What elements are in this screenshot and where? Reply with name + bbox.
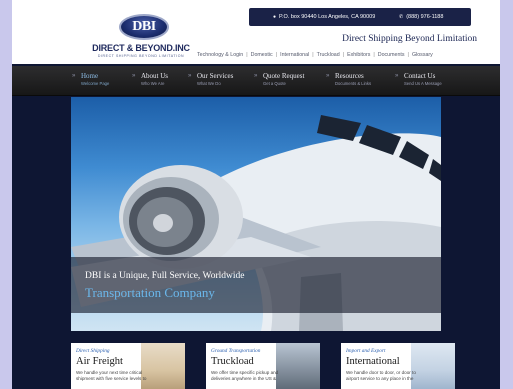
chevron-right-icon: » (188, 73, 192, 79)
logo-name: DIRECT & BEYOND.INC (92, 43, 190, 53)
chevron-right-icon: » (326, 73, 330, 79)
service-card-international[interactable]: Import and Export International We handl… (341, 343, 455, 389)
nav-item-sublabel: Documents & Links (335, 81, 372, 86)
card-body: We offer time specific pickup and delive… (211, 370, 279, 381)
top-link-exhibitors[interactable]: Exhibitors (347, 52, 370, 58)
hero-caption: DBI is a Unique, Full Service, Worldwide… (71, 257, 441, 313)
separator: | (275, 52, 278, 58)
site-logo[interactable]: DBI DIRECT & BEYOND.INC DIRECT SHIPPING … (88, 12, 194, 60)
card-eyebrow: Ground Transportation (211, 348, 261, 354)
nav-item-label: Contact Us (404, 72, 436, 80)
card-title: International (346, 356, 400, 367)
nav-item-label: Our Services (197, 72, 234, 80)
address-info: ● P.O. box 90440 Los Angeles, CA 90009 (273, 14, 375, 20)
top-links-nav: Technology & Login | Domestic | Internatio… (197, 52, 482, 58)
top-link-technology-login[interactable]: Technology & Login (197, 52, 243, 58)
nav-item-label: Quote Request (263, 72, 305, 80)
site-tagline: Direct Shipping Beyond Limitation (342, 34, 477, 44)
top-link-glossary[interactable]: Glossary (412, 52, 433, 58)
logo-subtitle: DIRECT SHIPPING BEYOND LIMITATION (97, 54, 185, 58)
chevron-right-icon: » (72, 73, 76, 79)
hero-banner: DBI is a Unique, Full Service, Worldwide… (71, 97, 441, 331)
nav-item-label: About Us (141, 72, 169, 80)
nav-item-sublabel: Get a Quote (263, 81, 286, 86)
truck-thumbnail-icon (276, 343, 320, 389)
card-body: We handle your next time critical shipme… (76, 370, 147, 381)
nav-item-label: Home (81, 72, 99, 80)
phone-info[interactable]: ✆ (888) 976-1188 (399, 14, 443, 20)
nav-item-sublabel: Who We Are (141, 81, 165, 86)
globe-thumbnail-icon (411, 343, 455, 389)
chevron-right-icon: » (254, 73, 258, 79)
separator: | (373, 52, 375, 58)
nav-item-sublabel: Send Us A Message (404, 81, 442, 86)
card-eyebrow: Direct Shipping (76, 348, 110, 354)
phone-text: (888) 976-1188 (406, 14, 444, 20)
service-card-air-freight[interactable]: Direct Shipping Air Freight We handle yo… (71, 343, 185, 389)
phone-icon: ✆ (399, 14, 404, 20)
top-link-documents[interactable]: Documents (378, 52, 405, 58)
hero-subheadline: Transportation Company (85, 285, 215, 300)
airplane-thumbnail-icon (141, 343, 185, 389)
nav-item-sublabel: Welcome Page (81, 81, 110, 86)
nav-item-sublabel: What We Do (197, 81, 221, 86)
separator: | (246, 52, 248, 58)
nav-item-label: Resources (335, 72, 364, 80)
main-nav: » Home Welcome Page » About Us Who We Ar… (12, 66, 500, 96)
card-body: We handle door to door, or door to airpo… (346, 370, 416, 381)
contact-bar: ● P.O. box 90440 Los Angeles, CA 90009 ✆(… (249, 8, 471, 26)
site-header: ● P.O. box 90440 Los Angeles, CA 90009 ✆(… (12, 0, 500, 64)
card-title: Truckload (211, 356, 254, 367)
map-pin-icon: ● (273, 14, 277, 20)
website-page: ● P.O. box 90440 Los Angeles, CA 90009 ✆(… (12, 0, 500, 389)
top-link-truckload[interactable]: Truckload (317, 52, 340, 58)
address-text: P.O. box 90440 Los Angeles, CA 90009 (279, 14, 376, 20)
separator: | (342, 52, 345, 58)
top-link-domestic[interactable]: Domestic (251, 52, 273, 58)
chevron-right-icon: » (132, 73, 136, 79)
logo-mark: DBI (119, 14, 169, 40)
top-link-international[interactable]: International (280, 52, 309, 58)
hero-headline: DBI is a Unique, Full Service, Worldwide (85, 271, 245, 281)
service-card-truckload[interactable]: Ground Transportation Truckload We offer… (206, 343, 320, 389)
chevron-right-icon: » (395, 73, 399, 79)
card-eyebrow: Import and Export (346, 348, 386, 354)
separator: | (312, 52, 314, 58)
separator: | (407, 52, 409, 58)
card-title: Air Freight (76, 356, 123, 367)
